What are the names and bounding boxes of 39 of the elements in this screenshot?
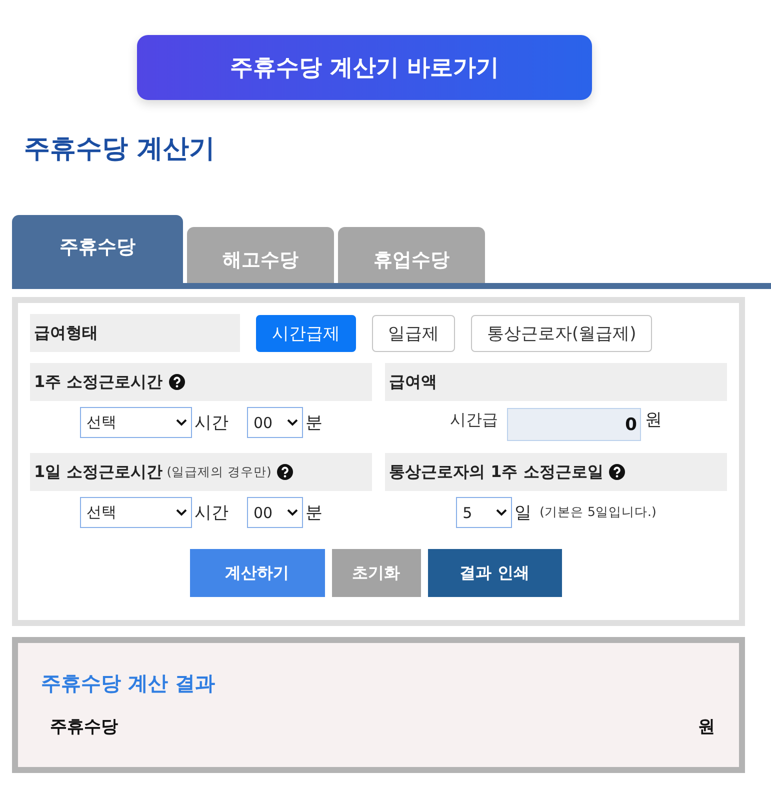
section-title: 급여액: [389, 372, 437, 392]
unit-label: 일: [514, 502, 532, 524]
calculate-button[interactable]: 계산하기: [190, 549, 324, 597]
pay-type-option[interactable]: 시간급제: [256, 314, 356, 352]
wage-input-field[interactable]: 0: [507, 408, 641, 441]
chevron-down-icon: [176, 509, 186, 516]
unit-label: 분: [306, 502, 322, 524]
unit-label: 시간: [194, 502, 228, 524]
unit-label: 분: [306, 412, 322, 434]
section-title: 통상근로자의 1주 소정근로일: [389, 462, 604, 482]
number-dropdown[interactable]: 00: [246, 497, 302, 528]
print-button[interactable]: 결과 인쇄: [428, 549, 562, 597]
chevron-down-icon: [286, 419, 298, 426]
pay-type-option[interactable]: 통상근로자(월급제): [471, 314, 652, 352]
unit-label: 원: [645, 409, 662, 431]
unit-label: 시간: [194, 412, 228, 434]
chevron-down-icon: [176, 419, 186, 426]
section-title: 1주 소정근로시간: [34, 372, 163, 392]
number-dropdown[interactable]: 5: [456, 497, 512, 528]
section-title: 1일 소정근로시간: [34, 462, 163, 482]
field-label: 시간급: [450, 410, 498, 431]
page-title: 주휴수당 계산기: [24, 133, 216, 166]
section-note: (일급제의 경우만): [166, 464, 272, 480]
help-icon[interactable]: [277, 464, 294, 480]
number-dropdown[interactable]: 00: [246, 407, 302, 438]
result-title: 주휴수당 계산 결과: [41, 670, 215, 697]
pay-type-option[interactable]: 일급제: [372, 314, 455, 352]
pay-type-label: 급여형태: [34, 322, 98, 344]
result-unit: 원: [698, 716, 715, 738]
chevron-down-icon: [286, 509, 298, 516]
hours-dropdown[interactable]: 선택: [80, 497, 192, 528]
hours-dropdown[interactable]: 선택: [80, 407, 192, 438]
help-icon[interactable]: [609, 464, 626, 480]
shortcut-button[interactable]: 주휴수당 계산기 바로가기: [137, 35, 592, 100]
chevron-down-icon: [496, 509, 507, 516]
result-label: 주휴수당: [50, 716, 118, 738]
tab[interactable]: 주휴수당: [12, 215, 183, 283]
hint-text: (기본은 5일입니다.): [540, 504, 656, 521]
help-icon[interactable]: [168, 374, 185, 390]
